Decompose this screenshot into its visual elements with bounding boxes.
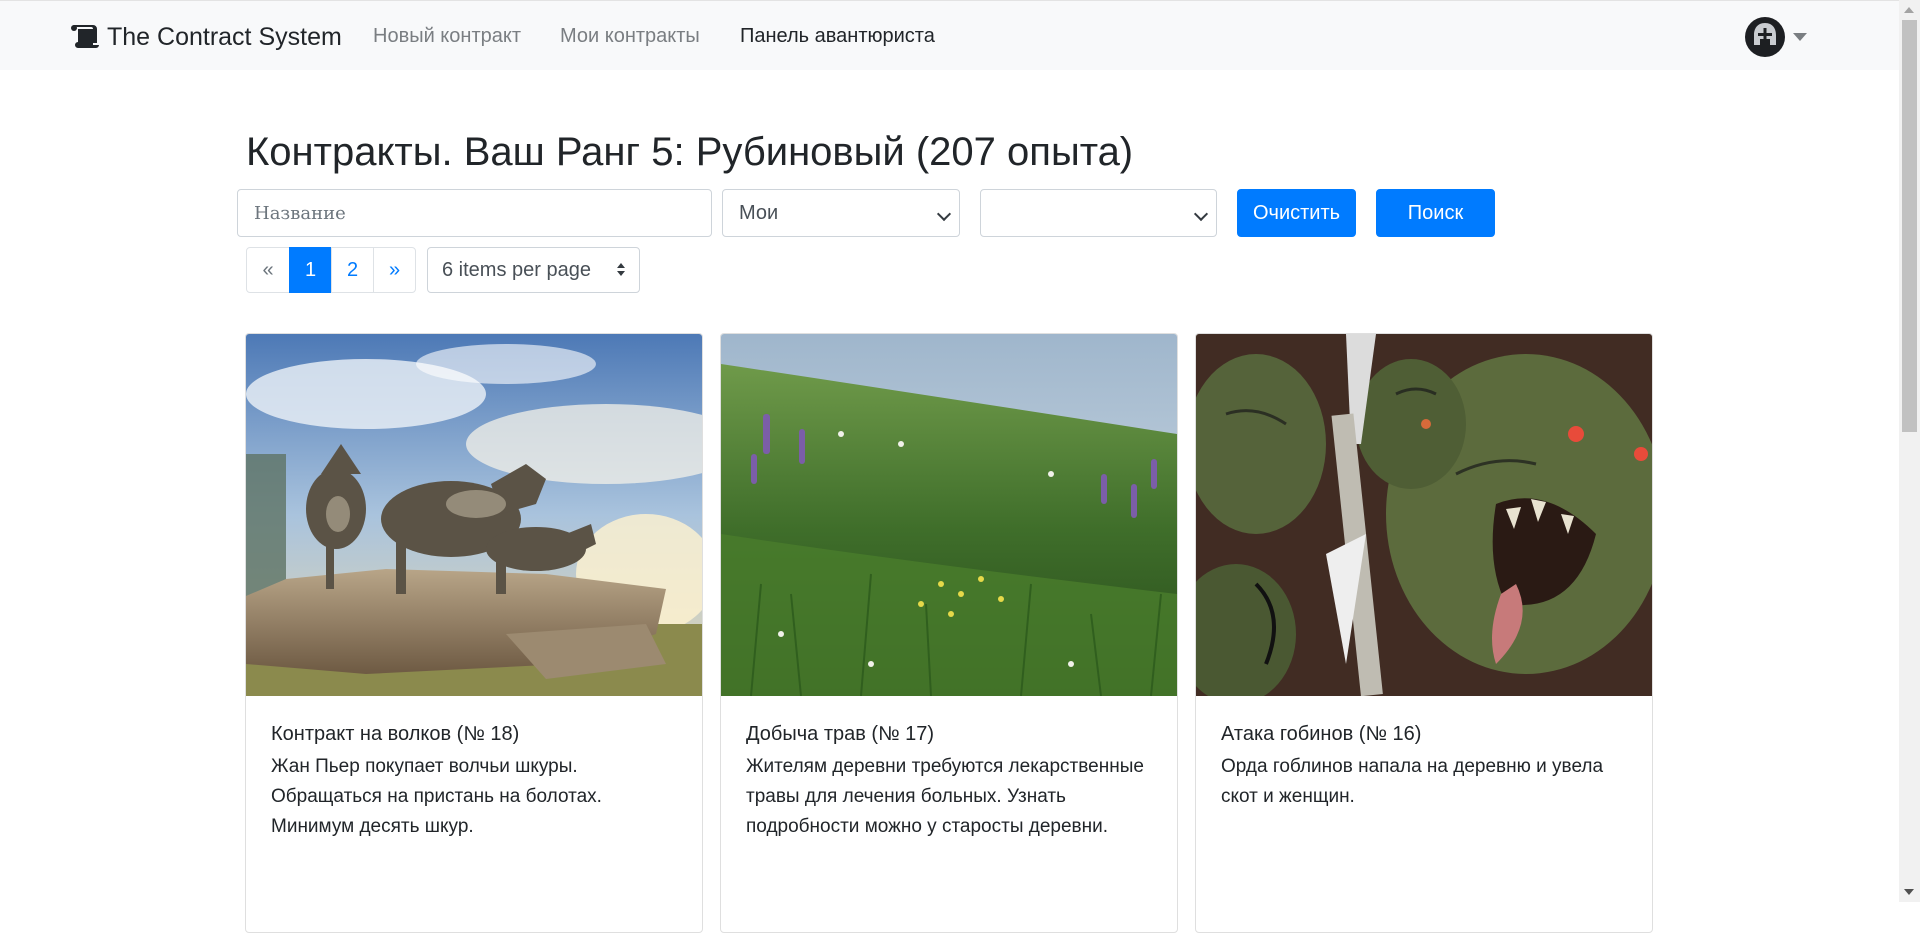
brand-link[interactable]: The Contract System [69,21,342,53]
avatar [1745,17,1785,57]
scroll-up-arrow-icon[interactable] [1904,7,1914,13]
status-filter-select[interactable] [980,189,1217,237]
card-description: Жителям деревни требуются лекарственные … [746,756,1144,838]
card-body: Атака гобинов (№ 16) Орда гоблинов напал… [1196,696,1652,812]
user-menu-toggle[interactable] [1745,17,1807,57]
chevron-down-icon [1793,33,1807,41]
brand-name: The Contract System [107,22,342,51]
top-navbar: The Contract System Новый контракт Мои к… [0,0,1899,70]
card-description: Жан Пьер покупает волчьи шкуры. Обращать… [271,756,602,838]
wolves-image [246,334,702,696]
scroll-icon [69,23,101,51]
card-description: Орда гоблинов напала на деревню и увела … [1221,756,1604,808]
clear-button[interactable]: Очистить [1237,189,1356,237]
card-title[interactable]: Контракт на волков (№ 18) [271,721,677,748]
owner-filter-select[interactable]: Мои [722,189,960,237]
search-button[interactable]: Поиск [1376,189,1495,237]
items-per-page-select[interactable]: 6 items per page [427,247,640,293]
nav-adventurer-panel[interactable]: Панель авантюриста [740,25,935,48]
scroll-down-arrow-icon[interactable] [1904,889,1914,895]
items-per-page-value: 6 items per page [442,258,591,281]
name-input-placeholder: Название [254,202,346,224]
page-title: Контракты. Ваш Ранг 5: Рубиновый (207 оп… [246,130,1134,174]
helmet-icon [1750,20,1780,55]
card-title[interactable]: Атака гобинов (№ 16) [1221,721,1627,748]
meadow-image [721,334,1177,696]
nav-new-contract[interactable]: Новый контракт [373,25,521,48]
chevron-down-icon [936,206,952,222]
contract-card[interactable]: Контракт на волков (№ 18) Жан Пьер покуп… [245,333,703,933]
pagination: « 1 2 » [246,247,416,293]
pagination-page-2[interactable]: 2 [331,247,374,293]
sort-arrows-icon [617,263,625,276]
pagination-prev[interactable]: « [246,247,290,293]
card-title[interactable]: Добыча трав (№ 17) [746,721,1152,748]
nav-my-contracts[interactable]: Мои контракты [560,25,700,48]
pagination-page-1[interactable]: 1 [289,247,332,293]
scrollbar-thumb[interactable] [1902,20,1917,432]
name-search-input[interactable]: Название [237,189,712,237]
contract-card[interactable]: Атака гобинов (№ 16) Орда гоблинов напал… [1195,333,1653,933]
chevron-down-icon [1193,206,1209,222]
pagination-prev-label: « [262,258,274,281]
owner-select-value: Мои [739,201,779,224]
pagination-next[interactable]: » [373,247,416,293]
card-body: Контракт на волков (№ 18) Жан Пьер покуп… [246,696,702,842]
page-scrollbar[interactable] [1899,0,1920,902]
contract-card[interactable]: Добыча трав (№ 17) Жителям деревни требу… [720,333,1178,933]
goblins-image [1196,334,1652,696]
card-body: Добыча трав (№ 17) Жителям деревни требу… [721,696,1177,842]
